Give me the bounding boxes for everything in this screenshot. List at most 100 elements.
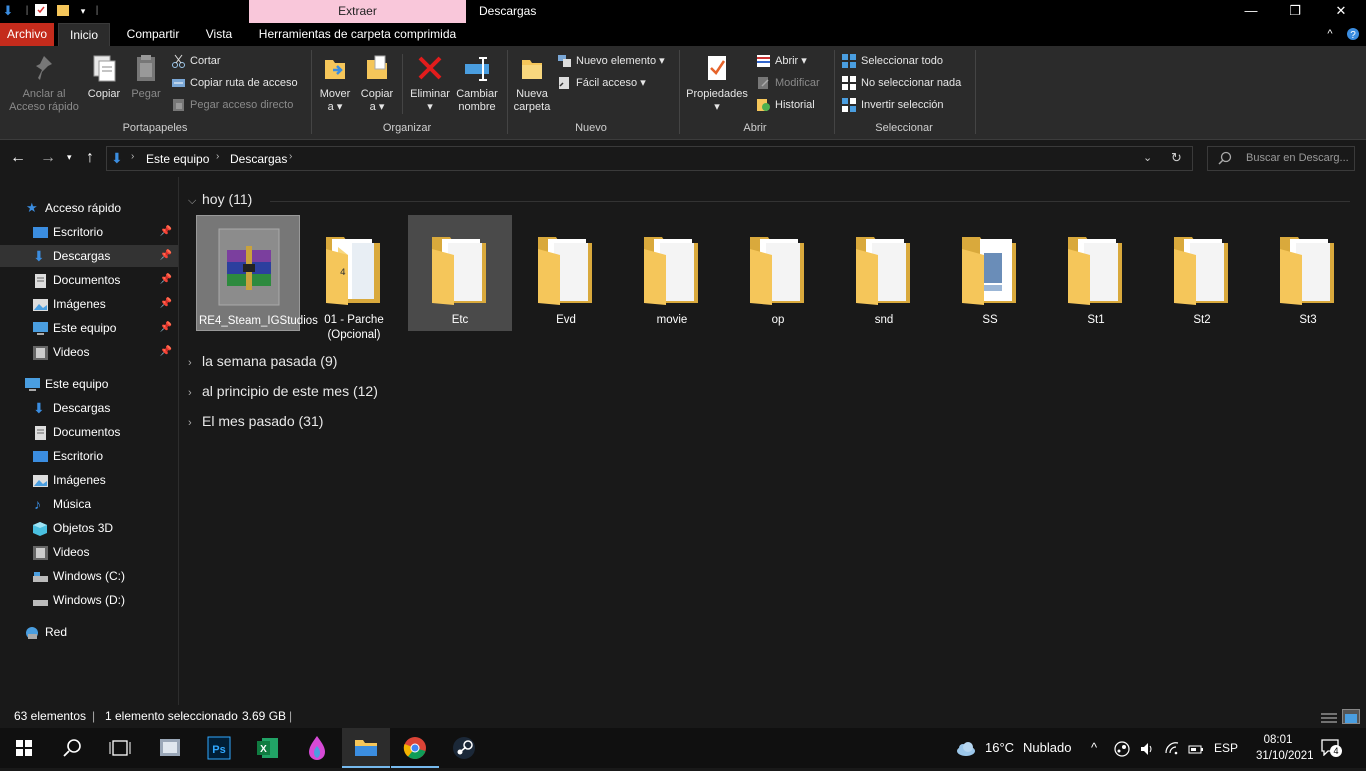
- group-header-mes-pasado[interactable]: › El mes pasado (31): [188, 413, 323, 429]
- group-header-semana-pasada[interactable]: › la semana pasada (9): [188, 353, 337, 369]
- nav-quick-descargas[interactable]: ⬇ Descargas 📌: [0, 245, 178, 267]
- paste-button[interactable]: Pegar: [128, 52, 164, 101]
- steam-tray-icon[interactable]: [1114, 728, 1130, 768]
- nav-pc-musica[interactable]: ♪ Música: [0, 493, 178, 515]
- copy-to-button[interactable]: Copiar a ▾: [358, 52, 396, 114]
- folder-item-op[interactable]: op: [726, 215, 830, 331]
- maximize-button[interactable]: ❐: [1272, 0, 1318, 23]
- weather-widget[interactable]: [954, 728, 976, 768]
- properties-button[interactable]: Propiedades ▾: [684, 52, 750, 114]
- start-button[interactable]: [0, 728, 48, 768]
- copy-button[interactable]: Copiar: [84, 52, 124, 101]
- recent-locations-chevron-icon[interactable]: ▾: [67, 152, 72, 163]
- nav-quick-videos[interactable]: Videos 📌: [0, 341, 178, 363]
- tab-compartir[interactable]: Compartir: [118, 23, 188, 46]
- steam-icon[interactable]: [440, 728, 488, 768]
- nav-quick-documentos[interactable]: Documentos 📌: [0, 269, 178, 291]
- paint-3d-icon[interactable]: [293, 728, 341, 768]
- show-hidden-icons-chevron-icon[interactable]: ^: [1091, 728, 1097, 768]
- file-explorer-icon[interactable]: [342, 728, 390, 768]
- folder-item-ss[interactable]: SS: [938, 215, 1042, 331]
- volume-icon[interactable]: [1139, 728, 1155, 768]
- tab-archivo[interactable]: Archivo: [0, 23, 54, 46]
- breadcrumb-descargas[interactable]: Descargas: [230, 152, 287, 166]
- address-dropdown-chevron-icon[interactable]: ⌄: [1143, 151, 1152, 164]
- easy-access-button[interactable]: Fácil acceso ▾: [557, 74, 646, 92]
- nav-pc-drive-d[interactable]: Windows (D:): [0, 589, 178, 611]
- minimize-button[interactable]: —: [1228, 0, 1274, 23]
- tab-extraer[interactable]: Extraer: [249, 0, 466, 23]
- nav-pc-descargas[interactable]: ⬇ Descargas: [0, 397, 178, 419]
- new-item-button[interactable]: Nuevo elemento ▾: [557, 52, 665, 70]
- nav-quick-escritorio[interactable]: Escritorio 📌: [0, 221, 178, 243]
- weather-temp[interactable]: 16°C: [985, 728, 1014, 768]
- large-icons-view-icon[interactable]: [1342, 709, 1360, 724]
- photoshop-icon[interactable]: Ps: [195, 728, 243, 768]
- group-header-principio-mes[interactable]: › al principio de este mes (12): [188, 383, 378, 399]
- customize-quick-access-icon[interactable]: ▾: [76, 3, 90, 19]
- new-folder-button[interactable]: Nueva carpeta: [511, 52, 553, 114]
- rename-button[interactable]: Cambiar nombre: [454, 52, 500, 114]
- new-folder-quick-icon[interactable]: [56, 3, 70, 19]
- select-all-button[interactable]: Seleccionar todo: [842, 52, 943, 70]
- delete-button[interactable]: Eliminar ▾: [406, 52, 454, 114]
- rename-label: Cambiar: [456, 88, 498, 100]
- close-button[interactable]: ✕: [1318, 0, 1364, 23]
- nav-this-pc[interactable]: Este equipo: [0, 373, 178, 395]
- folder-item-st2[interactable]: St2: [1150, 215, 1254, 331]
- forward-arrow-icon[interactable]: →: [40, 149, 56, 167]
- properties-quick-icon[interactable]: [34, 3, 48, 19]
- nav-quick-este-equipo[interactable]: Este equipo 📌: [0, 317, 178, 339]
- history-button[interactable]: Historial: [756, 96, 815, 114]
- folder-item-01-parche[interactable]: 4 01 - Parche (Opcional): [302, 215, 406, 341]
- tab-herramientas-carpeta-comprimida[interactable]: Herramientas de carpeta comprimida: [249, 23, 466, 46]
- search-taskbar-icon[interactable]: [48, 728, 96, 768]
- nav-pc-objetos-3d[interactable]: Objetos 3D: [0, 517, 178, 539]
- collapse-ribbon-icon[interactable]: ^: [1322, 23, 1338, 46]
- address-bar[interactable]: ⬇ › Este equipo › Descargas › ⌄ ↻: [106, 146, 1193, 171]
- task-view-icon[interactable]: [96, 728, 144, 768]
- breadcrumb-este-equipo[interactable]: Este equipo: [146, 152, 209, 166]
- paste-shortcut-button[interactable]: Pegar acceso directo: [171, 96, 293, 114]
- nav-pc-drive-c[interactable]: Windows (C:): [0, 565, 178, 587]
- nav-network[interactable]: Red: [0, 621, 178, 643]
- tab-inicio[interactable]: Inicio: [58, 23, 110, 46]
- weather-desc[interactable]: Nublado: [1023, 728, 1071, 768]
- tab-vista[interactable]: Vista: [196, 23, 242, 46]
- open-button[interactable]: Abrir ▾: [756, 52, 807, 70]
- help-icon[interactable]: ?: [1345, 23, 1361, 46]
- up-arrow-icon[interactable]: ↑: [86, 149, 94, 167]
- invert-selection-button[interactable]: Invertir selección: [842, 96, 944, 114]
- copy-path-button[interactable]: Copiar ruta de acceso: [171, 74, 298, 92]
- nav-quick-access[interactable]: ★ Acceso rápido: [0, 197, 178, 219]
- edit-button[interactable]: Modificar: [756, 74, 820, 92]
- group-header-hoy[interactable]: ⌵ hoy (11): [188, 191, 252, 208]
- nav-pc-videos[interactable]: Videos: [0, 541, 178, 563]
- folder-item-st1[interactable]: St1: [1044, 215, 1148, 331]
- back-arrow-icon[interactable]: ←: [10, 149, 26, 167]
- file-item-re4-steam[interactable]: RE4_Steam_IGStudios: [196, 215, 318, 331]
- nav-pc-documentos[interactable]: Documentos: [0, 421, 178, 443]
- nav-label: Imágenes: [53, 297, 106, 311]
- nav-pc-imagenes[interactable]: Imágenes: [0, 469, 178, 491]
- folder-item-snd[interactable]: snd: [832, 215, 936, 331]
- nav-pc-escritorio[interactable]: Escritorio: [0, 445, 178, 467]
- select-none-button[interactable]: No seleccionar nada: [842, 74, 961, 92]
- input-language[interactable]: ESP: [1214, 728, 1238, 768]
- folder-item-etc[interactable]: Etc: [408, 215, 512, 331]
- notifications-button[interactable]: 4: [1320, 738, 1344, 758]
- folder-item-movie[interactable]: movie: [620, 215, 724, 331]
- clock[interactable]: 08:01 31/10/2021: [1256, 732, 1314, 764]
- wifi-icon[interactable]: [1164, 728, 1180, 768]
- folder-item-evd[interactable]: Evd: [514, 215, 618, 331]
- pin-quick-access-button[interactable]: Anclar al Acceso rápido: [6, 52, 82, 114]
- refresh-icon[interactable]: ↻: [1171, 150, 1182, 166]
- nav-quick-imagenes[interactable]: Imágenes 📌: [0, 293, 178, 315]
- chrome-icon[interactable]: [391, 728, 439, 768]
- folder-item-st3[interactable]: St3: [1256, 215, 1360, 331]
- cut-button[interactable]: Cortar: [171, 52, 221, 70]
- excel-icon[interactable]: X: [244, 728, 292, 768]
- battery-icon[interactable]: [1187, 728, 1205, 768]
- photos-app-icon[interactable]: [146, 728, 194, 768]
- move-to-button[interactable]: Mover a ▾: [316, 52, 354, 114]
